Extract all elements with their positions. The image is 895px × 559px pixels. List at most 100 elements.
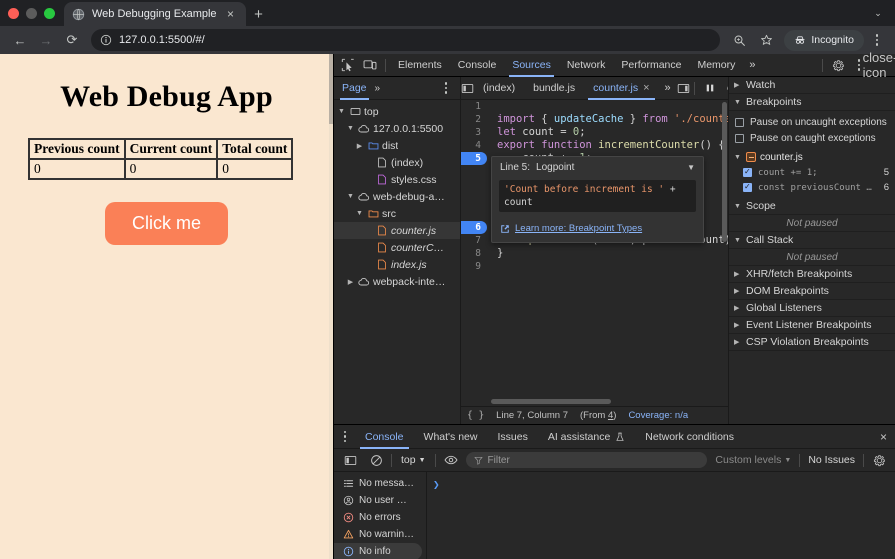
line-number[interactable]: 4	[461, 139, 487, 152]
navigator-more-button[interactable]: »	[371, 83, 385, 94]
breakpoint-expression-input[interactable]: 'Count before increment is ' + count	[499, 180, 696, 212]
section-csp-violation-breakpoints[interactable]: ▶CSP Violation Breakpoints	[729, 334, 895, 351]
chevron-down-icon[interactable]: ▼	[346, 193, 355, 200]
tree-item-dist[interactable]: ▶ dist	[334, 137, 460, 154]
tree-item-top[interactable]: ▼ top	[334, 103, 460, 120]
coverage-status[interactable]: Coverage: n/a	[628, 410, 688, 421]
pause-icon[interactable]	[699, 78, 721, 99]
line-number[interactable]: 1	[461, 100, 487, 113]
inspect-icon[interactable]	[337, 55, 359, 76]
zoom-icon[interactable]	[727, 28, 751, 52]
tab-console[interactable]: Console	[450, 54, 505, 77]
line-number[interactable]: 8	[461, 247, 487, 260]
minimize-window-button[interactable]	[26, 8, 37, 19]
navigator-tab-page[interactable]: Page	[338, 77, 371, 100]
checkbox[interactable]	[735, 118, 744, 127]
tree-item-web-debug-app[interactable]: ▼ web-debug-a…	[334, 188, 460, 205]
chevron-down-icon[interactable]: ⌄	[867, 3, 889, 23]
breakpoint-type-select[interactable]: Logpoint ▼	[536, 161, 695, 174]
star-icon[interactable]	[754, 28, 778, 52]
line-number[interactable]: 7	[461, 234, 487, 247]
forward-button[interactable]: →	[34, 28, 58, 52]
tab-performance[interactable]: Performance	[613, 54, 689, 77]
browser-menu-button[interactable]	[867, 29, 887, 51]
section-watch[interactable]: ▶Watch	[729, 77, 895, 94]
chevron-down-icon[interactable]: ▼	[355, 210, 364, 217]
drawer-tab-whats-new[interactable]: What's new	[414, 425, 488, 449]
pause-caught-exceptions-row[interactable]: Pause on caught exceptions	[729, 130, 895, 146]
close-icon[interactable]: close-icon	[869, 55, 891, 76]
new-tab-button[interactable]: +	[246, 2, 272, 26]
section-xhr-fetch-breakpoints[interactable]: ▶XHR/fetch Breakpoints	[729, 266, 895, 283]
tree-item-webpack-internal[interactable]: ▶ webpack-inte…	[334, 273, 460, 290]
breakpoint-row[interactable]: count += 1;5	[729, 165, 895, 180]
editor-tab-counter-js[interactable]: counter.js ×	[584, 77, 658, 100]
drawer-tab-ai-assistance[interactable]: AI assistance	[538, 425, 635, 449]
learn-more-link[interactable]: Learn more: Breakpoint Types	[492, 212, 703, 242]
console-output[interactable]: ❯	[427, 472, 895, 559]
line-number[interactable]: 9	[461, 260, 487, 273]
checkbox[interactable]	[743, 168, 752, 177]
chevron-right-icon[interactable]: ▶	[346, 278, 355, 286]
code-editor[interactable]: 1 2import { updateCache } from './counte…	[461, 100, 728, 406]
line-number-breakpoint[interactable]: 5	[461, 152, 487, 165]
console-sidebar-icon[interactable]	[339, 450, 361, 471]
reload-button[interactable]: ⟳	[60, 28, 84, 52]
editor-tab-bundle-js[interactable]: bundle.js	[524, 77, 584, 100]
tab-sources[interactable]: Sources	[504, 54, 559, 77]
close-icon[interactable]: ×	[224, 7, 238, 21]
drawer-tab-issues[interactable]: Issues	[487, 425, 537, 449]
line-number-breakpoint[interactable]: 6	[461, 221, 487, 234]
section-breakpoints[interactable]: ▼Breakpoints	[729, 94, 895, 111]
tab-network[interactable]: Network	[559, 54, 614, 77]
clear-console-icon[interactable]	[365, 450, 387, 471]
close-icon[interactable]: ×	[643, 82, 649, 94]
show-navigator-icon[interactable]	[461, 78, 474, 99]
tree-item-countercache-js[interactable]: counterC…	[334, 239, 460, 256]
click-me-button[interactable]: Click me	[105, 202, 228, 245]
pretty-print-icon[interactable]: { }	[467, 410, 484, 421]
show-debugger-icon[interactable]	[677, 78, 690, 99]
chevron-right-icon[interactable]: ▶	[355, 142, 364, 150]
live-expression-icon[interactable]	[440, 450, 462, 471]
editor-tabs-overflow-button[interactable]: »	[659, 82, 677, 94]
issues-status[interactable]: No Issues	[804, 454, 859, 466]
editor-vertical-scrollbar[interactable]	[722, 102, 727, 242]
console-filter-input[interactable]: Filter	[466, 452, 708, 468]
device-toolbar-icon[interactable]	[359, 55, 381, 76]
editor-horizontal-scrollbar[interactable]	[491, 399, 611, 404]
maximize-window-button[interactable]	[44, 8, 55, 19]
tab-elements[interactable]: Elements	[390, 54, 450, 77]
checkbox[interactable]	[743, 183, 752, 192]
breakpoint-row[interactable]: const previousCount …6	[729, 180, 895, 195]
console-levels-select[interactable]: Custom levels ▼	[711, 454, 795, 466]
console-context-selector[interactable]: top ▼	[396, 454, 431, 466]
info-icon[interactable]	[100, 34, 112, 46]
console-sidebar-item-errors[interactable]: No errors	[334, 509, 422, 526]
section-event-listener-breakpoints[interactable]: ▶Event Listener Breakpoints	[729, 317, 895, 334]
close-drawer-button[interactable]: ×	[872, 430, 895, 444]
console-sidebar-item-user-messages[interactable]: No user …	[334, 492, 422, 509]
tab-memory[interactable]: Memory	[689, 54, 743, 77]
incognito-indicator[interactable]: Incognito	[784, 30, 864, 51]
chevron-down-icon[interactable]: ▼	[346, 125, 355, 132]
section-call-stack[interactable]: ▼Call Stack	[729, 232, 895, 249]
close-window-button[interactable]	[8, 8, 19, 19]
breakpoint-file-group[interactable]: ▼counter.js	[729, 149, 895, 165]
gear-icon[interactable]	[868, 450, 890, 471]
checkbox[interactable]	[735, 134, 744, 143]
page-scrollbar[interactable]	[329, 54, 333, 559]
browser-tab[interactable]: Web Debugging Example ×	[64, 2, 246, 26]
tree-item-styles-css[interactable]: styles.css	[334, 171, 460, 188]
drawer-menu-button[interactable]	[335, 426, 355, 448]
gear-icon[interactable]	[827, 55, 849, 76]
line-number[interactable]: 2	[461, 113, 487, 126]
tree-item-counter-js[interactable]: counter.js	[334, 222, 460, 239]
navigator-menu-button[interactable]	[436, 77, 456, 99]
line-number[interactable]: 3	[461, 126, 487, 139]
address-bar[interactable]: 127.0.0.1:5500/#/	[91, 29, 720, 51]
more-tabs-button[interactable]: »	[743, 59, 761, 71]
console-sidebar-item-messages[interactable]: No messa…	[334, 475, 422, 492]
breakpoint-editor-popup[interactable]: Line 5: Logpoint ▼ 'Count before increme…	[491, 156, 704, 243]
tree-item-src[interactable]: ▼ src	[334, 205, 460, 222]
